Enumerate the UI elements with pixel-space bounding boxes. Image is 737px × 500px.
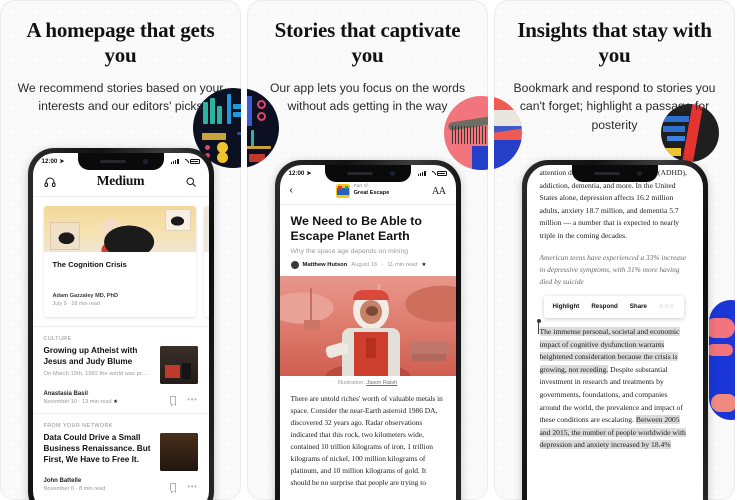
article-read-time: 11 min read <box>387 262 418 269</box>
article-date: August 16 <box>351 262 378 269</box>
share-button[interactable]: Share <box>630 302 647 312</box>
story-thumbnail <box>159 433 198 471</box>
story-title: Growing up Atheist with Jesus and Judy B… <box>43 346 138 366</box>
panel-homepage: A homepage that gets you We recommend st… <box>0 0 241 500</box>
status-time: 12:00 <box>41 158 58 165</box>
headphones-icon[interactable] <box>44 175 56 187</box>
caption-prefix: Illustration: <box>337 380 367 387</box>
article-subtitle: Why the space age depends on mining <box>290 248 409 256</box>
story-meta: November 10 · 13 min read <box>43 399 112 405</box>
member-star-icon: ★ <box>113 399 119 405</box>
battery-icon <box>189 159 201 164</box>
image-caption: Illustration: Jason Raish <box>280 376 456 393</box>
page-subtitle: Our app lets you focus on the words with… <box>269 80 466 114</box>
story-title: Data Could Drive a Small Business Renais… <box>43 433 151 464</box>
avatar[interactable] <box>290 261 299 270</box>
page-subtitle: We recommend stories based on your inter… <box>17 80 224 114</box>
card-meta: July 9 · 18 min read <box>52 301 100 307</box>
featured-card[interactable]: Wh Rox Apr <box>203 206 209 317</box>
page-title: Stories that captivate you <box>274 18 461 67</box>
battery-icon <box>436 171 448 176</box>
cellular-signal-icon <box>170 159 179 164</box>
cellular-signal-icon <box>417 171 426 176</box>
search-icon[interactable] <box>185 175 197 187</box>
reader-paragraph-highlighted: The immense personal, societal and econo… <box>536 319 690 452</box>
location-arrow-icon: ➤ <box>306 171 312 177</box>
panel-insights: Insights that stay with you Bookmark and… <box>494 0 735 500</box>
decorative-shape-blue <box>709 300 735 420</box>
more-horizontal-icon[interactable]: ○○○ <box>659 301 675 313</box>
bookmark-icon[interactable] <box>170 483 177 494</box>
page-title: Insights that stay with you <box>517 18 712 67</box>
publication-badge[interactable]: Part of Great Escape <box>335 184 390 198</box>
article-header: We Need to Be Able to Escape Planet Eart… <box>280 205 456 276</box>
page-subtitle: Bookmark and respond to stories you can'… <box>513 80 716 132</box>
app-navbar: Medium <box>32 170 209 197</box>
caption-credit-link[interactable]: Jason Raish <box>366 380 397 386</box>
card-artwork <box>43 206 196 252</box>
panel-stories: Stories that captivate you Our app lets … <box>247 0 488 500</box>
respond-button[interactable]: Respond <box>591 302 617 312</box>
story-feed: The Cognition Crisis Adam Gazzaley MD, P… <box>32 197 209 500</box>
wifi-icon <box>428 171 434 176</box>
phone-notch <box>77 153 164 170</box>
more-horizontal-icon[interactable]: ••• <box>187 483 197 491</box>
more-horizontal-icon[interactable]: ••• <box>187 396 197 404</box>
article-navbar: ‹ Part of Great Escape AA <box>279 182 456 205</box>
bookmark-icon[interactable] <box>170 396 177 407</box>
panel-3-header: Insights that stay with you Bookmark and… <box>494 0 735 134</box>
story-author: John Battelle <box>43 478 82 484</box>
featured-cards-carousel[interactable]: The Cognition Crisis Adam Gazzaley MD, P… <box>33 197 209 326</box>
phone-mockup-article: 12:00 ➤ ‹ Part of Great Escape AA We Nee… <box>274 160 461 500</box>
location-arrow-icon: ➤ <box>59 159 65 165</box>
story-kicker: FROM YOUR NETWORK <box>43 423 113 429</box>
article-title: We Need to Be Able to Escape Planet Eart… <box>290 214 423 244</box>
story-dek: On March 10th, 1982 the world was pr… <box>43 370 148 377</box>
card-author: Adam Gazzaley MD, PhD <box>52 293 119 299</box>
highlight-toolbar[interactable]: Highlight Respond Share ○○○ <box>543 296 684 319</box>
pull-quote: American teens have experienced a 33% in… <box>539 252 687 287</box>
article-body: There are untold riches' worth of valuab… <box>290 394 443 488</box>
article-hero-image <box>279 276 456 377</box>
panel-2-header: Stories that captivate you Our app lets … <box>247 0 488 116</box>
chevron-left-icon[interactable]: ‹ <box>290 186 293 196</box>
phone-mockup-reader: attention deficit hyperactivity disorder… <box>521 160 708 500</box>
page-title: A homepage that gets you <box>26 18 215 67</box>
phone-mockup-homepage: 12:00 ➤ Medium The Cognition Crisis Adam… <box>27 148 214 500</box>
phone-notch <box>571 165 658 182</box>
story-author: Anastasia Basil <box>43 391 88 397</box>
featured-card[interactable]: The Cognition Crisis Adam Gazzaley MD, P… <box>43 206 196 317</box>
publication-name: Great Escape <box>353 190 390 197</box>
article-byline: Matthew Hutson August 16 · 11 min read ★ <box>290 261 445 270</box>
story-thumbnail <box>159 346 198 384</box>
story-meta: November 6 · 8 min read <box>43 486 106 492</box>
app-title: Medium <box>96 173 145 188</box>
text-size-button[interactable]: AA <box>432 186 446 197</box>
reader-content: attention deficit hyperactivity disorder… <box>527 165 703 452</box>
list-item[interactable]: FROM YOUR NETWORK Data Could Drive a Sma… <box>32 413 209 500</box>
article-author: Matthew Hutson <box>302 262 348 269</box>
highlight-button[interactable]: Highlight <box>553 302 580 312</box>
card-title: The Cognition Crisis <box>52 260 127 269</box>
list-item[interactable]: CULTURE Growing up Atheist with Jesus an… <box>32 326 209 413</box>
publication-logo-icon <box>335 184 350 198</box>
story-kicker: CULTURE <box>43 336 72 342</box>
panel-1-header: A homepage that gets you We recommend st… <box>0 0 241 116</box>
phone-notch <box>324 165 411 182</box>
status-time: 12:00 <box>288 170 305 177</box>
selection-handle-start[interactable] <box>536 319 541 335</box>
member-star-icon: ★ <box>421 262 427 269</box>
app-store-screenshot-gallery: A homepage that gets you We recommend st… <box>0 0 737 500</box>
card-artwork <box>203 206 209 252</box>
wifi-icon <box>181 159 187 164</box>
